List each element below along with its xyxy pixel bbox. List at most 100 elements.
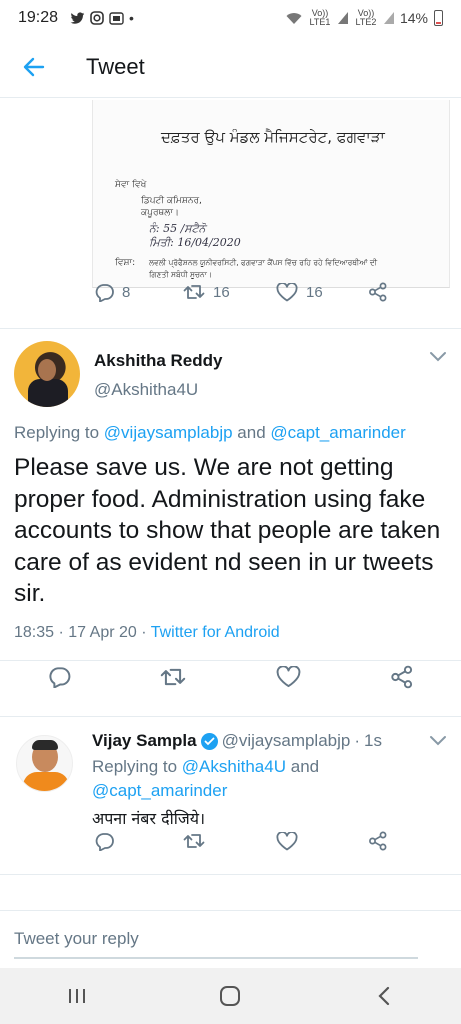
letter-subject-label: ਵਿਸ਼ਾ:: [115, 258, 136, 268]
replying-to: Replying to @vijaysamplabjp and @capt_am…: [14, 423, 406, 443]
avatar-body: [28, 379, 68, 407]
divider: [0, 328, 461, 329]
battery-percent: 14%: [399, 10, 428, 26]
like-count: 16: [306, 283, 323, 301]
letter-subject-line-2: ਗਿਣਤੀ ਸਬੰਧੀ ਸੂਚਨਾ।: [149, 270, 212, 279]
network-1: Vo)) LTE1: [309, 8, 331, 27]
back-chevron-icon: [378, 986, 390, 1006]
signal-1-icon: [337, 12, 348, 24]
divider: [0, 874, 461, 875]
tweet-image-letter[interactable]: ਦਫ਼ਤਰ ਉਪ ਮੰਡਲ ਮੈਜਿਸਟਰੇਟ, ਫਗਵਾੜਾ ਸੇਵਾ ਵਿਖ…: [92, 100, 450, 288]
tweet-source[interactable]: Twitter for Android: [151, 624, 280, 641]
mention-link[interactable]: @Akshitha4U: [182, 757, 286, 776]
back-arrow-icon: [23, 57, 45, 76]
heart-icon: [276, 666, 301, 688]
reply-author-name[interactable]: Vijay Sampla: [92, 731, 197, 751]
reply-author-handle[interactable]: @vijaysamplabjp: [222, 731, 351, 751]
reply-composer: [0, 910, 461, 968]
share-icon: [391, 665, 413, 689]
like-button[interactable]: [276, 666, 301, 688]
letter-line-number: ਨੰ: 55 /ਸਟੈਨੋ: [149, 222, 206, 235]
like-button[interactable]: [276, 831, 298, 851]
avatar-hair: [32, 740, 58, 750]
avatar[interactable]: [16, 735, 73, 792]
signal-2-icon: [383, 12, 394, 24]
replying-and: and: [290, 757, 320, 776]
avatar-body: [23, 772, 69, 791]
reply-options-button[interactable]: [428, 734, 448, 753]
chevron-down-icon: [430, 736, 446, 746]
reply-button[interactable]: [94, 832, 114, 851]
reply-text: अपना नंबर दीजिये।: [92, 809, 206, 828]
mention-link[interactable]: @capt_amarinder: [92, 781, 227, 800]
wifi-icon: [286, 12, 302, 24]
reply-button[interactable]: 8: [94, 283, 130, 302]
letter-heading: ਦਫ਼ਤਰ ਉਪ ਮੰਡਲ ਮੈਜਿਸਟਰੇਟ, ਫਗਵਾੜਾ: [161, 128, 385, 146]
author-handle[interactable]: @Akshitha4U: [94, 380, 198, 400]
heart-icon: [276, 282, 298, 301]
retweet-icon: [183, 834, 205, 848]
avatar[interactable]: [14, 341, 80, 407]
replying-and: and: [237, 423, 266, 442]
reply-age: 1s: [364, 731, 382, 750]
divider: [0, 716, 461, 717]
page-title: Tweet: [86, 53, 145, 79]
share-button[interactable]: [390, 665, 414, 689]
mention-link[interactable]: @capt_amarinder: [270, 423, 405, 442]
reply-author-row: Vijay Sampla @vijaysamplabjp · 1s: [92, 731, 382, 751]
chevron-down-icon: [430, 352, 446, 362]
status-time: 19:28: [18, 9, 59, 26]
letter-line-city: ਕਪੂਰਥਲਾ।: [141, 208, 179, 218]
verified-badge-icon: [200, 732, 218, 750]
status-bar: 19:28 • Vo)) LTE1 Vo)) LTE2 14%: [0, 0, 461, 36]
retweet-button[interactable]: [160, 666, 186, 688]
retweet-count: 16: [213, 283, 230, 301]
reply-icon: [95, 283, 114, 302]
meta-separator: ·: [354, 731, 361, 750]
back-nav-button[interactable]: [354, 976, 414, 1016]
share-icon: [369, 282, 387, 302]
reply-icon: [49, 667, 71, 688]
letter-line-deputy: ਡਿਪਟੀ ਕਮਿਸ਼ਨਰ,: [141, 196, 202, 206]
network-2: Vo)) LTE2: [355, 8, 377, 27]
back-button[interactable]: [14, 47, 54, 87]
system-nav-bar: [0, 968, 461, 1024]
meta-separator: ·: [141, 624, 147, 641]
meta-separator: ·: [58, 624, 64, 641]
reply-icon: [95, 832, 114, 851]
header: Tweet: [0, 36, 461, 98]
author-name[interactable]: Akshitha Reddy: [94, 351, 222, 371]
tweet-text: Please save us. We are not getting prope…: [14, 454, 441, 607]
notification-icons: •: [70, 10, 134, 26]
share-button[interactable]: [368, 282, 388, 302]
retweet-icon: [183, 285, 205, 299]
recent-apps-button[interactable]: [47, 976, 107, 1016]
letter-line-seva: ਸੇਵਾ ਵਿਖੇ: [115, 180, 147, 190]
home-button[interactable]: [200, 976, 260, 1016]
dot-icon: •: [129, 10, 134, 26]
avatar-face: [38, 359, 56, 381]
status-right: Vo)) LTE1 Vo)) LTE2 14%: [286, 9, 443, 27]
heart-icon: [276, 831, 298, 850]
retweet-button[interactable]: 16: [183, 283, 230, 301]
tweet-date: 17 Apr 20: [68, 624, 137, 641]
tweet-meta: 18:35 · 17 Apr 20 · Twitter for Android: [14, 624, 280, 642]
retweet-button[interactable]: [183, 832, 205, 850]
instagram-icon: [90, 11, 104, 25]
tweet-time: 18:35: [14, 624, 55, 641]
app-icon: [109, 11, 124, 25]
reply-count: 8: [122, 283, 131, 301]
like-button[interactable]: 16: [276, 282, 323, 302]
share-button[interactable]: [368, 831, 388, 851]
share-icon: [369, 831, 387, 851]
recent-apps-icon: [68, 989, 85, 1003]
reply-input[interactable]: [14, 929, 418, 959]
home-icon: [220, 986, 241, 1006]
reply-button[interactable]: [47, 666, 71, 688]
mention-link[interactable]: @vijaysamplabjp: [104, 423, 233, 442]
battery-icon: [434, 10, 443, 26]
retweet-icon: [160, 668, 186, 686]
letter-subject-line-1: ਲਵਲੀ ਪ੍ਰੋਫੈਸ਼ਨਲ ਯੂਨੀਵਰਸਿਟੀ, ਫਗਵਾੜਾ ਕੈਂਪਸ…: [149, 258, 378, 267]
twitter-icon: [70, 11, 85, 24]
tweet-options-button[interactable]: [428, 350, 448, 369]
